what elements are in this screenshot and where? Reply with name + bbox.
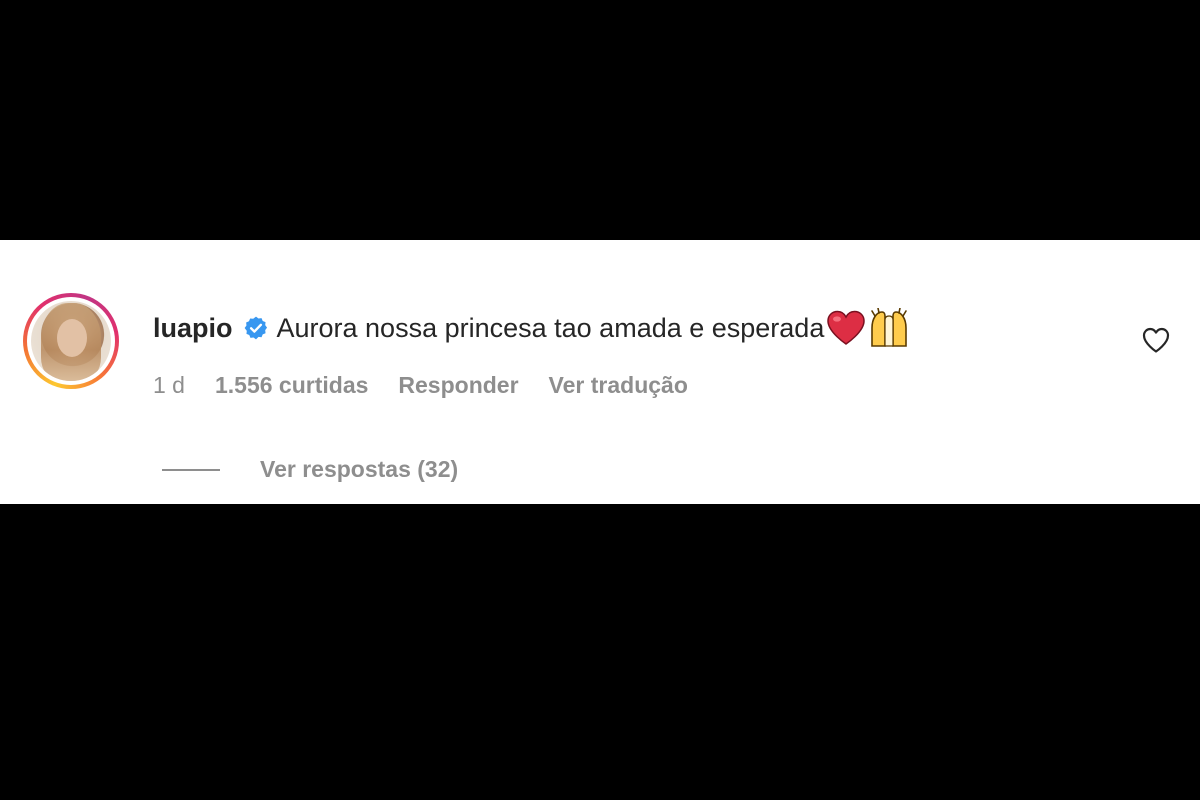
- reply-button[interactable]: Responder: [398, 372, 518, 399]
- avatar[interactable]: [31, 301, 111, 381]
- comment-meta-row: 1 d 1.556 curtidas Responder Ver traduçã…: [153, 372, 688, 399]
- raising-hands-emoji: [868, 308, 910, 348]
- avatar-ring-gap: [27, 297, 115, 385]
- see-translation-button[interactable]: Ver tradução: [549, 372, 688, 399]
- view-replies-row[interactable]: Ver respostas (32): [162, 456, 458, 483]
- replies-divider-line: [162, 468, 220, 471]
- verified-badge-icon: [243, 315, 269, 341]
- heart-outline-icon[interactable]: [1141, 326, 1171, 359]
- red-heart-emoji: [826, 310, 866, 346]
- view-replies-button[interactable]: Ver respostas (32): [260, 456, 458, 483]
- comment-line: luapio Aurora nossa princesa tao amada e…: [153, 308, 910, 348]
- avatar-story-ring[interactable]: [23, 293, 119, 389]
- avatar-face: [57, 319, 87, 357]
- comment-text: Aurora nossa princesa tao amada e espera…: [276, 312, 825, 343]
- comment-panel: luapio Aurora nossa princesa tao amada e…: [0, 240, 1200, 504]
- comment-timestamp[interactable]: 1 d: [153, 372, 185, 399]
- username-link[interactable]: luapio: [153, 313, 233, 344]
- likes-count-link[interactable]: 1.556 curtidas: [215, 372, 368, 399]
